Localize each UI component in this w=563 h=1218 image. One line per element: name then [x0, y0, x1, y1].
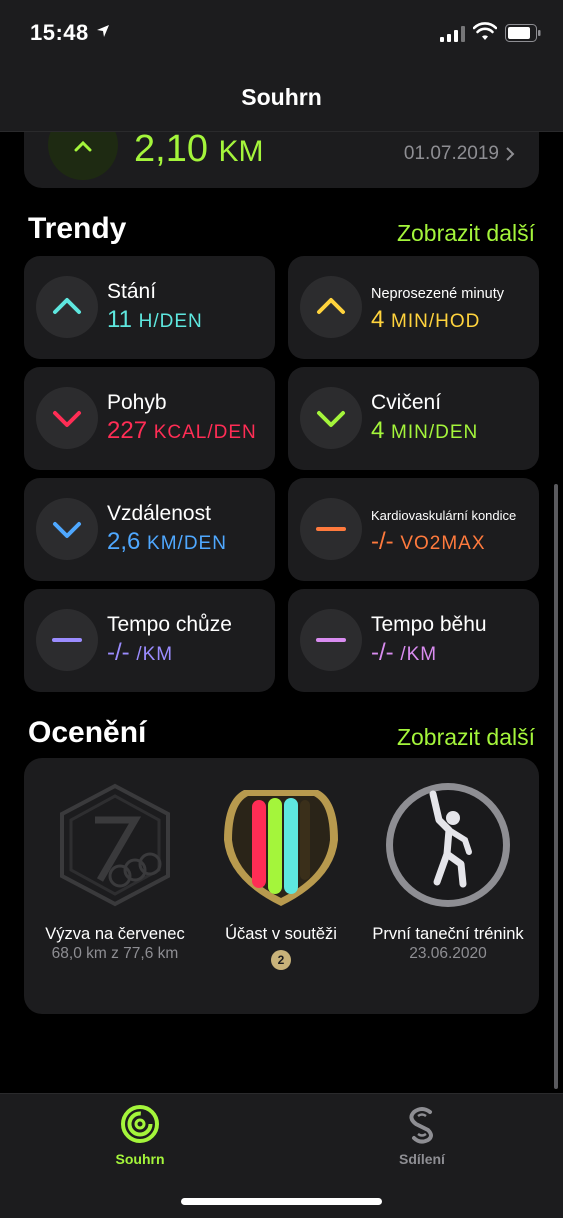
trend-label: Neprosezené minuty — [371, 286, 504, 302]
tab-sharing[interactable]: Sdílení — [362, 1104, 482, 1167]
trend-label: Tempo chůze — [107, 613, 232, 636]
awards-title: Ocenění — [28, 716, 147, 749]
trends-title: Trendy — [28, 212, 127, 245]
tab-summary-label: Souhrn — [115, 1151, 165, 1167]
award-date: 23.06.2020 — [409, 945, 487, 962]
trend-down-icon — [36, 387, 98, 449]
trend-tile-stand-minutes[interactable]: Neprosezené minuty 4 MIN/HOD — [288, 256, 539, 359]
dance-figure-icon — [383, 780, 513, 910]
trend-tile-cardio-fitness[interactable]: Kardiovaskulární kondice -/- VO2MAX — [288, 478, 539, 581]
distance-number: 2,10 — [134, 128, 208, 170]
activity-rings-icon — [121, 1105, 159, 1143]
top-bar: 15:48 Souhrn — [0, 0, 563, 132]
trend-label: Cvičení — [371, 391, 442, 414]
sharing-icon — [409, 1107, 433, 1144]
trend-up-icon — [36, 276, 98, 338]
trend-down-icon — [300, 387, 362, 449]
trend-flat-icon — [300, 609, 362, 671]
trend-value: 11 H/DEN — [107, 306, 203, 333]
location-arrow-icon — [97, 25, 109, 37]
award-competition[interactable]: Účast v soutěži 2 — [196, 780, 366, 970]
awards-more-link[interactable]: Zobrazit další — [397, 724, 535, 751]
trend-up-icon — [300, 276, 362, 338]
trends-more-link[interactable]: Zobrazit další — [397, 220, 535, 247]
competition-shield-icon — [216, 780, 346, 910]
trend-value: -/- VO2MAX — [371, 528, 486, 555]
trend-flat-icon — [300, 498, 362, 560]
award-first-dance[interactable]: První taneční trénink 23.06.2020 — [363, 780, 533, 963]
trend-flat-icon — [36, 609, 98, 671]
trend-tile-move[interactable]: Pohyb 227 KCAL/DEN — [24, 367, 275, 470]
chevron-right-icon — [506, 147, 515, 161]
trend-down-icon — [36, 498, 98, 560]
trend-label: Stání — [107, 280, 157, 303]
award-count-badge: 2 — [271, 950, 291, 970]
awards-card: Výzva na červenec 68,0 km z 77,6 km Účas… — [24, 758, 539, 1014]
trend-value: 4 MIN/HOD — [371, 306, 481, 333]
trend-label: Tempo běhu — [371, 613, 487, 636]
award-monthly-challenge[interactable]: Výzva na červenec 68,0 km z 77,6 km — [30, 780, 200, 963]
battery-icon — [505, 24, 541, 42]
trend-label: Pohyb — [107, 391, 167, 414]
trend-tile-running-pace[interactable]: Tempo běhu -/- /KM — [288, 589, 539, 692]
distance-date: 01.07.2019 — [403, 143, 499, 164]
trend-label: Vzdálenost — [107, 502, 211, 525]
hexagon-challenge-icon — [50, 780, 180, 910]
trend-value: -/- /KM — [107, 639, 174, 666]
award-name: První taneční trénink — [372, 925, 524, 943]
distance-value: 2,10 KM — [134, 128, 264, 171]
trend-value: 227 KCAL/DEN — [107, 417, 257, 444]
award-name: Výzva na červenec — [45, 925, 185, 943]
tab-summary[interactable]: Souhrn — [80, 1104, 200, 1167]
trend-label: Kardiovaskulární kondice — [371, 508, 517, 523]
tab-sharing-label: Sdílení — [399, 1151, 445, 1167]
trend-value: 4 MIN/DEN — [371, 417, 479, 444]
status-time: 15:48 — [30, 20, 89, 45]
wifi-icon — [473, 22, 497, 40]
distance-unit: KM — [218, 135, 264, 168]
home-indicator[interactable] — [181, 1198, 382, 1205]
page-title: Souhrn — [241, 84, 322, 110]
cellular-signal-icon — [440, 26, 465, 42]
scrollbar[interactable] — [554, 484, 558, 1089]
award-progress: 68,0 km z 77,6 km — [51, 945, 179, 962]
chevron-up-icon — [74, 140, 92, 152]
trend-tile-distance[interactable]: Vzdálenost 2,6 KM/DEN — [24, 478, 275, 581]
trend-tile-walking-pace[interactable]: Tempo chůze -/- /KM — [24, 589, 275, 692]
trend-tile-exercise[interactable]: Cvičení 4 MIN/DEN — [288, 367, 539, 470]
trend-tile-standing[interactable]: Stání 11 H/DEN — [24, 256, 275, 359]
trend-value: 2,6 KM/DEN — [107, 528, 227, 555]
award-name: Účast v soutěži — [225, 925, 337, 943]
trend-value: -/- /KM — [371, 639, 438, 666]
